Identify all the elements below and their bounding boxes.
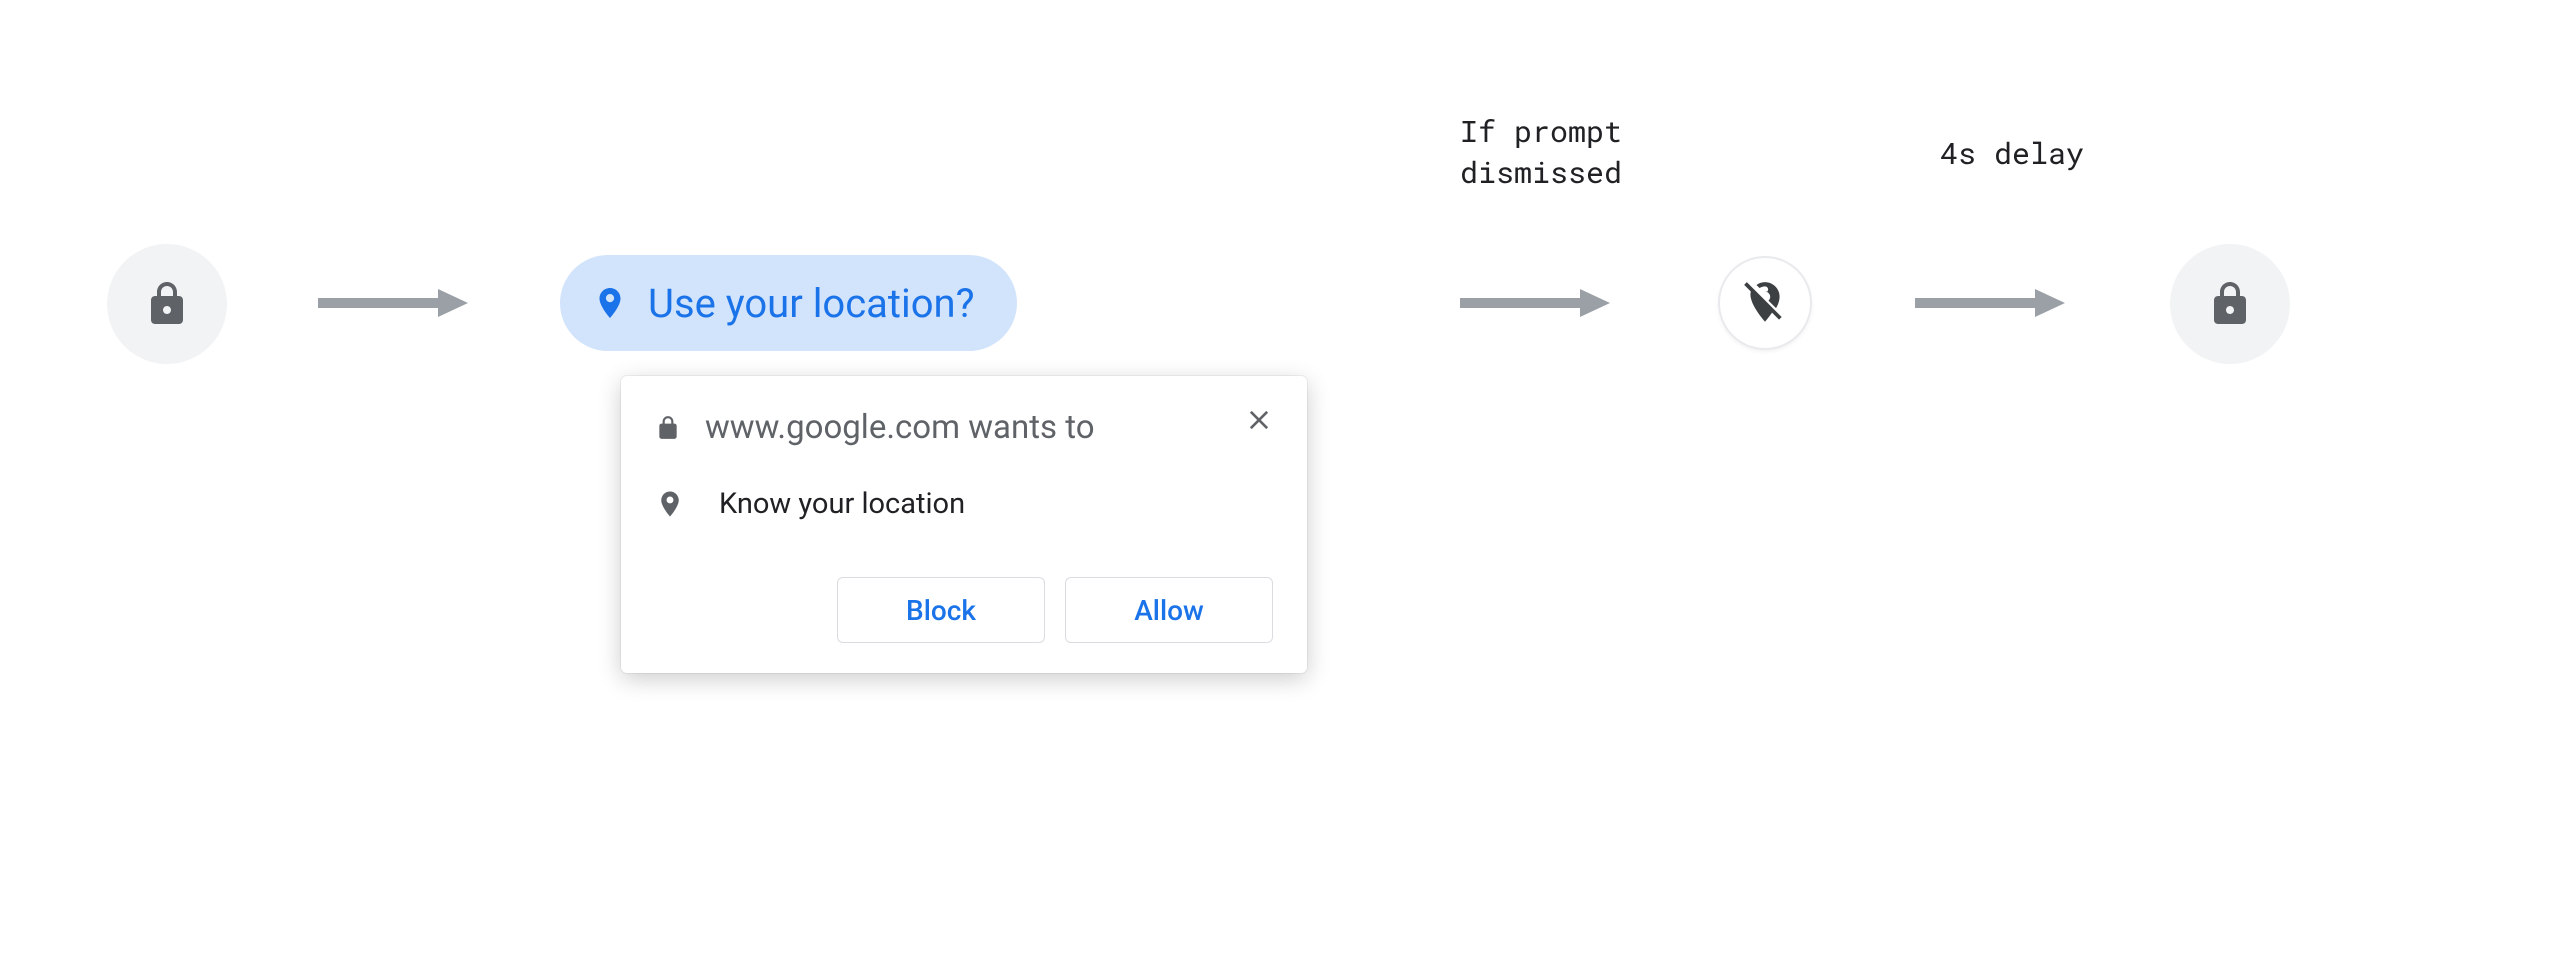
lock-icon (2206, 280, 2254, 328)
permission-origin-text: www.google.com wants to (705, 408, 1273, 447)
location-pin-icon (655, 489, 685, 519)
state-location-blocked (1720, 258, 1810, 348)
flow-arrow (1915, 287, 2065, 319)
caption-delay: 4s delay (1940, 134, 2084, 175)
caption-dismissed: If prompt dismissed (1460, 112, 1622, 193)
lock-icon (143, 280, 191, 328)
location-off-icon (1740, 278, 1790, 328)
flow-arrow (1460, 287, 1610, 319)
location-chip-label: Use your location? (648, 280, 975, 327)
close-button[interactable] (1239, 400, 1279, 440)
block-button-label: Block (906, 594, 976, 627)
permission-description: Know your location (719, 487, 965, 521)
block-button[interactable]: Block (837, 577, 1045, 643)
close-icon (1245, 406, 1273, 434)
flow-arrow (318, 287, 468, 319)
location-pin-icon (592, 285, 628, 321)
flow-diagram: Use your location? www.google.com wants … (0, 0, 2554, 968)
allow-button-label: Allow (1134, 594, 1204, 627)
state-lock-final (2170, 244, 2290, 364)
allow-button[interactable]: Allow (1065, 577, 1273, 643)
state-lock-initial (107, 244, 227, 364)
permission-dialog: www.google.com wants to Know your locati… (621, 376, 1307, 673)
location-chip[interactable]: Use your location? (560, 255, 1017, 351)
lock-icon (655, 415, 681, 441)
